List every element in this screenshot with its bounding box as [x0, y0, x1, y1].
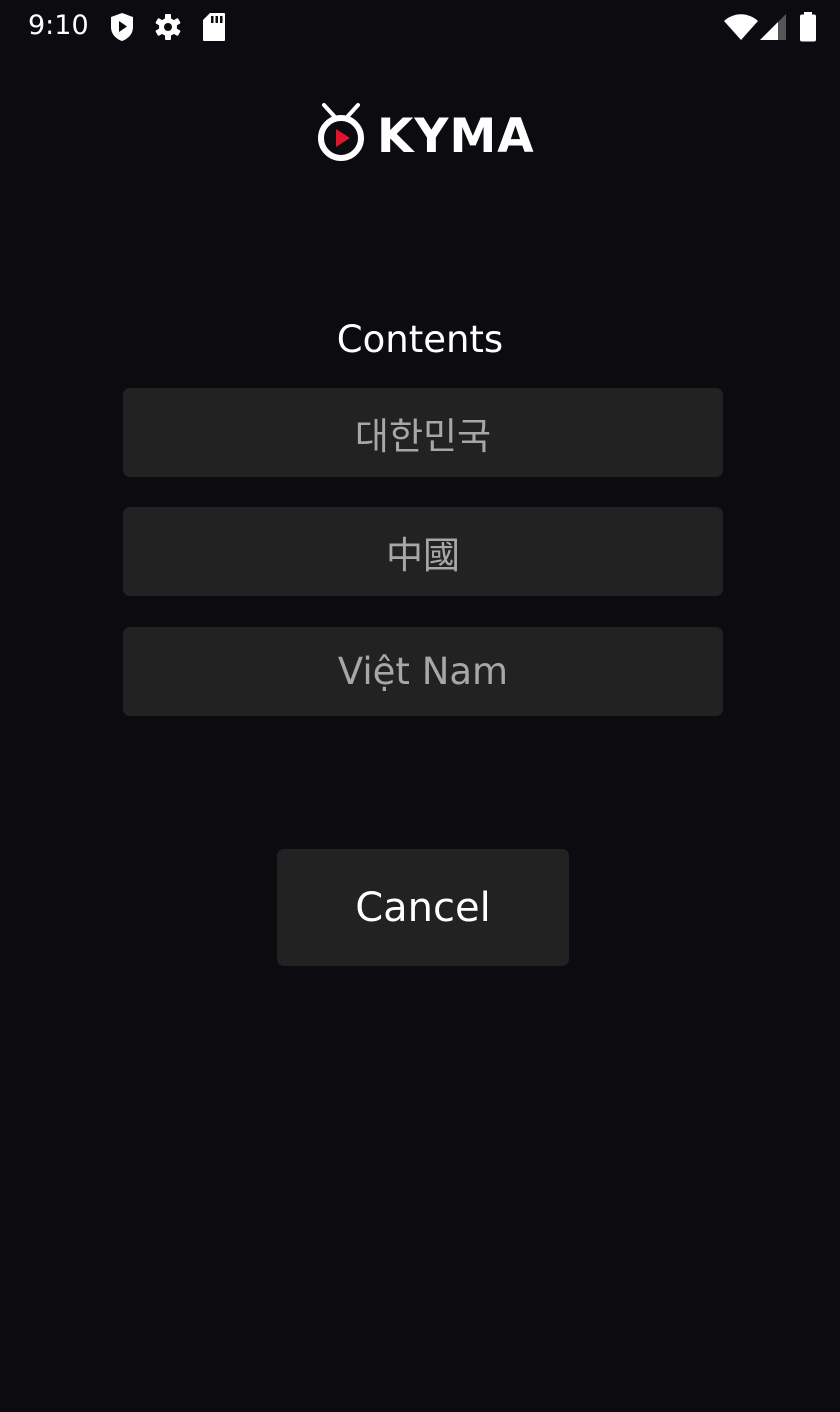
option-china-button[interactable]: 中國: [123, 507, 723, 596]
logo-wordmark: KYMA: [377, 109, 535, 164]
option-korea-button[interactable]: 대한민국: [123, 388, 723, 477]
sd-card-icon: [202, 12, 226, 46]
cancel-button[interactable]: Cancel: [277, 849, 569, 966]
app-logo: KYMA: [316, 102, 534, 166]
contents-title: Contents: [336, 318, 504, 361]
option-vietnam-button[interactable]: Việt Nam: [123, 627, 723, 716]
status-time: 9:10: [28, 10, 89, 41]
battery-icon: [799, 12, 817, 46]
logo-mark-icon: [318, 103, 364, 161]
shield-play-icon: [110, 12, 134, 46]
status-bar: 9:10: [0, 0, 840, 56]
wifi-icon: [724, 14, 758, 44]
cellular-signal-icon: [760, 14, 786, 44]
gear-icon: [154, 12, 182, 46]
